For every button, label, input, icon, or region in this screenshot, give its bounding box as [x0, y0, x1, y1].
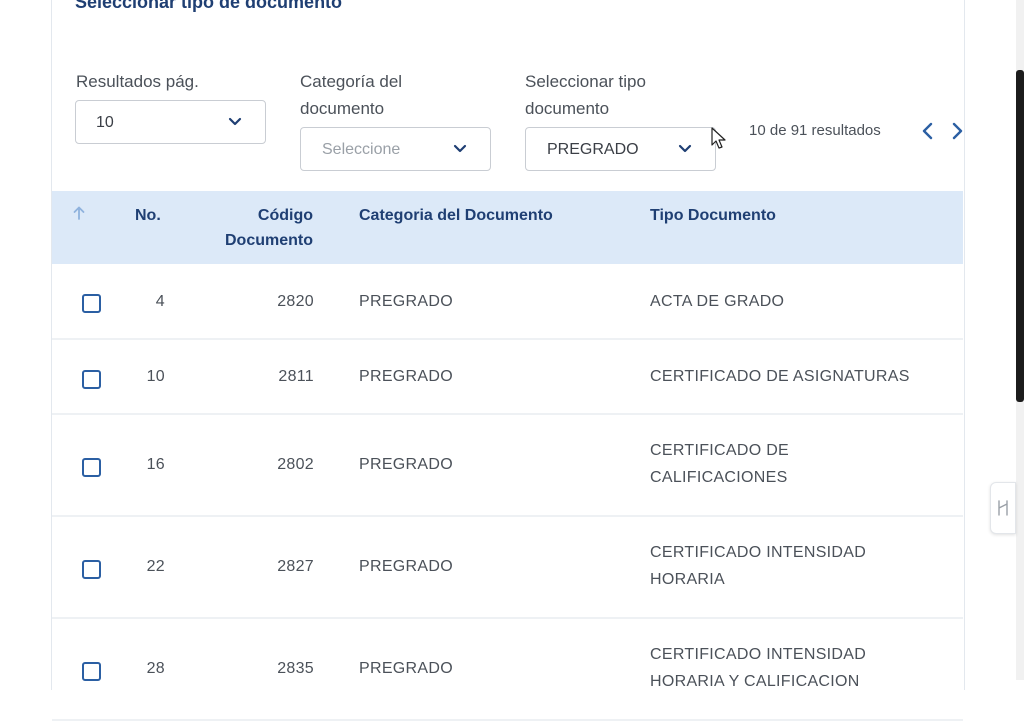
category-label-line1: Categoría del	[300, 72, 403, 91]
table-row[interactable]: 4 2820 PREGRADO ACTA DE GRADO	[52, 265, 963, 340]
header-no[interactable]: No.	[135, 203, 161, 228]
category-select[interactable]: Seleccione	[300, 127, 491, 171]
row-code: 2811	[278, 368, 314, 385]
results-summary: 10 de 91 resultados	[749, 122, 881, 139]
doc-type-label: Seleccionar tipo documento	[525, 68, 646, 122]
arrow-up-icon[interactable]	[72, 205, 86, 221]
row-no: 10	[146, 368, 165, 385]
header-code-line2: Documento	[225, 232, 313, 249]
row-type-line1: ACTA DE GRADO	[650, 293, 785, 310]
row-no: 16	[146, 456, 165, 473]
row-type-line1: CERTIFICADO DE	[650, 442, 790, 459]
side-panel-handle[interactable]	[990, 482, 1016, 534]
row-category: PREGRADO	[359, 660, 453, 677]
section-title: Seleccionar tipo de documento	[75, 0, 343, 12]
row-code: 2827	[277, 558, 314, 575]
scrollbar-thumb[interactable]	[1016, 70, 1024, 402]
row-type-line2: CALIFICACIONES	[650, 469, 788, 486]
results-per-page-label: Resultados pág.	[76, 72, 199, 91]
row-type: ACTA DE GRADO	[650, 288, 784, 315]
row-type-line1: CERTIFICADO INTENSIDAD	[650, 544, 867, 561]
table-header: No. Código Documento Categoria del Docum…	[52, 191, 963, 264]
header-type[interactable]: Tipo Documento	[650, 203, 776, 228]
table-row[interactable]: 22 2827 PREGRADO CERTIFICADO INTENSIDAD …	[52, 517, 963, 619]
row-type: CERTIFICADO DE CALIFICACIONES	[650, 437, 789, 491]
row-checkbox[interactable]	[82, 370, 101, 389]
doc-type-value: PREGRADO	[547, 141, 639, 158]
row-type-line2: HORARIA Y CALIFICACION	[650, 673, 860, 690]
header-category[interactable]: Categoria del Documento	[359, 203, 553, 228]
doc-type-label-line1: Seleccionar tipo	[525, 72, 646, 91]
row-code: 2802	[277, 456, 314, 473]
doc-type-select[interactable]: PREGRADO	[525, 127, 716, 171]
row-type: CERTIFICADO INTENSIDAD HORARIA Y CALIFIC…	[650, 641, 866, 695]
row-checkbox[interactable]	[82, 662, 101, 681]
table-row[interactable]: 28 2835 PREGRADO CERTIFICADO INTENSIDAD …	[52, 619, 963, 721]
header-code[interactable]: Código Documento	[182, 203, 313, 253]
row-no: 22	[146, 558, 165, 575]
row-category: PREGRADO	[359, 368, 453, 385]
table-row[interactable]: 10 2811 PREGRADO CERTIFICADO DE ASIGNATU…	[52, 340, 963, 415]
results-per-page-value: 10	[96, 114, 114, 131]
chevron-right-icon[interactable]	[948, 120, 966, 142]
chevron-down-icon	[453, 144, 467, 153]
row-type: CERTIFICADO DE ASIGNATURAS	[650, 363, 910, 390]
row-category: PREGRADO	[359, 456, 453, 473]
doc-type-label-line2: documento	[525, 99, 610, 118]
row-checkbox[interactable]	[82, 458, 101, 477]
table-row[interactable]: 16 2802 PREGRADO CERTIFICADO DE CALIFICA…	[52, 415, 963, 517]
row-checkbox[interactable]	[82, 560, 101, 579]
row-checkbox[interactable]	[82, 294, 101, 313]
row-code: 2835	[277, 660, 314, 677]
chevron-down-icon	[228, 117, 242, 126]
category-placeholder: Seleccione	[322, 141, 401, 158]
chevron-left-icon[interactable]	[919, 120, 937, 142]
chevron-down-icon	[678, 144, 692, 153]
mouse-cursor-icon	[711, 127, 726, 149]
category-label-line2: documento	[300, 99, 385, 118]
row-type-line2: HORARIA	[650, 571, 725, 588]
row-no: 28	[146, 660, 165, 677]
row-type-line1: CERTIFICADO DE ASIGNATURAS	[650, 368, 910, 385]
row-type-line1: CERTIFICADO INTENSIDAD	[650, 646, 867, 663]
row-category: PREGRADO	[359, 293, 453, 310]
category-label: Categoría del documento	[300, 68, 402, 122]
row-no: 4	[155, 293, 165, 310]
row-type: CERTIFICADO INTENSIDAD HORARIA	[650, 539, 866, 593]
row-code: 2820	[277, 293, 314, 310]
results-per-page-select[interactable]: 10	[75, 100, 266, 144]
header-code-line1: Código	[257, 207, 313, 224]
row-category: PREGRADO	[359, 558, 453, 575]
grip-icon	[998, 500, 1008, 516]
